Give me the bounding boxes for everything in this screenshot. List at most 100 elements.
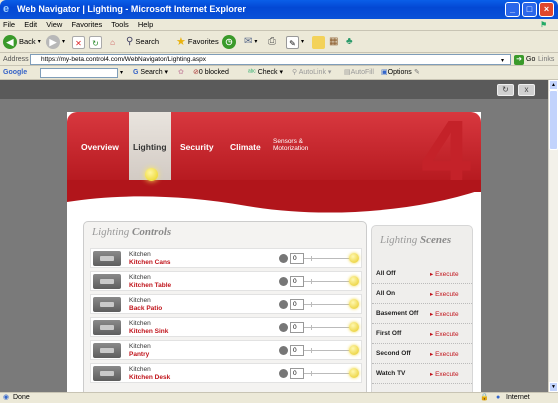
edit-icon: ✎ <box>286 35 299 49</box>
light-toggle-button[interactable] <box>93 366 121 381</box>
level-input[interactable]: 0 <box>290 276 304 287</box>
dimmer-tick <box>311 325 312 330</box>
tab-security[interactable]: Security <box>180 142 214 152</box>
folder-button[interactable] <box>312 35 325 49</box>
level-input[interactable]: 0 <box>290 253 304 264</box>
back-button[interactable]: ◀ Back ▾ <box>3 35 41 49</box>
dimmer-off-knob[interactable] <box>279 346 288 355</box>
level-input[interactable]: 0 <box>290 299 304 310</box>
dimmer-off-knob[interactable] <box>279 254 288 263</box>
light-control-row: Kitchen Kitchen Table 0 <box>90 271 362 291</box>
light-toggle-button[interactable] <box>93 251 121 266</box>
tab-sensors-motorization[interactable]: Sensors & Motorization <box>273 138 308 152</box>
vertical-scrollbar[interactable]: ▲ ▼ <box>548 80 558 392</box>
lighting-controls-panel: Lighting Controls Kitchen Kitchen Cans 0 Ki… <box>83 221 367 392</box>
scene-execute-link[interactable]: ▸ Execute <box>430 270 459 278</box>
dimmer-on-bulb-icon[interactable] <box>349 345 359 355</box>
address-url: https://my-beta.control4.com/WebNavigato… <box>41 56 206 63</box>
light-toggle-button[interactable] <box>93 343 121 358</box>
room-label: Kitchen <box>129 320 151 327</box>
menu-file[interactable]: File <box>3 20 15 29</box>
edit-button[interactable]: ✎ ▾ <box>286 35 304 49</box>
tab-lighting[interactable]: Lighting <box>133 142 167 152</box>
dimmer-on-bulb-icon[interactable] <box>349 368 359 378</box>
spell-check-icon: ᵃᵇᶜ <box>248 69 256 76</box>
scene-execute-link[interactable]: ▸ Execute <box>430 350 459 358</box>
search-button[interactable]: ⚲ Search <box>126 35 159 49</box>
dimmer-on-bulb-icon[interactable] <box>349 322 359 332</box>
spell-check-button[interactable]: ᵃᵇᶜ Check ▾ <box>248 66 283 80</box>
refresh-button[interactable]: ↻ <box>89 35 102 49</box>
scene-execute-link[interactable]: ▸ Execute <box>430 330 459 338</box>
light-control-row: Kitchen Kitchen Sink 0 <box>90 317 362 337</box>
web-navigator-panel: 4 Overview Lighting Security Climate Sen… <box>67 108 481 392</box>
google-search-input[interactable] <box>40 68 118 78</box>
controls-title-part2: Controls <box>132 226 172 238</box>
dimmer-on-bulb-icon[interactable] <box>349 276 359 286</box>
options-button[interactable]: ▣Options <box>381 66 412 80</box>
dimmer-on-bulb-icon[interactable] <box>349 253 359 263</box>
research-button[interactable]: ▦ <box>329 35 338 49</box>
menu-view[interactable]: View <box>46 20 62 29</box>
dimmer-tick <box>311 279 312 284</box>
print-button[interactable]: ⎙ <box>268 35 276 49</box>
google-logo[interactable]: Google <box>3 66 27 80</box>
google-pen-icon[interactable]: ✎ <box>414 66 420 80</box>
dimmer-off-knob[interactable] <box>279 300 288 309</box>
lighting-scenes-panel: Lighting Scenes All Off ▸ Execute All On ▸ … <box>371 225 473 392</box>
scene-name: First Off <box>376 330 402 337</box>
favorites-button[interactable]: ★ Favorites <box>176 35 219 49</box>
popup-blocker-button[interactable]: ⊘0 blocked <box>193 66 229 80</box>
menu-help[interactable]: Help <box>138 20 153 29</box>
minimize-button[interactable]: _ <box>505 2 520 17</box>
autofill-button[interactable]: ▤AutoFill <box>344 66 374 80</box>
close-page-button[interactable]: x <box>518 84 535 96</box>
back-arrow-icon: ◀ <box>3 35 17 49</box>
tab-overview[interactable]: Overview <box>81 142 119 152</box>
links-label[interactable]: Links <box>538 53 554 66</box>
scene-execute-link[interactable]: ▸ Execute <box>430 310 459 318</box>
maximize-button[interactable]: □ <box>522 2 537 17</box>
level-input[interactable]: 0 <box>290 322 304 333</box>
scenes-title-part2: Scenes <box>420 234 452 246</box>
web-navigator-top-strip: ↻ x <box>0 80 548 99</box>
dimmer-on-bulb-icon[interactable] <box>349 299 359 309</box>
google-search-button[interactable]: G Search ▾ <box>133 66 168 80</box>
mail-button[interactable]: ✉ ▾ <box>244 35 257 49</box>
level-input[interactable]: 0 <box>290 368 304 379</box>
menu-favorites[interactable]: Favorites <box>71 20 102 29</box>
scene-name: Second Off <box>376 350 411 357</box>
light-toggle-button[interactable] <box>93 274 121 289</box>
history-button[interactable]: ◷ <box>222 35 236 49</box>
tab-sensors-line2: Motorization <box>273 145 309 152</box>
scene-row: First Off ▸ Execute <box>372 324 472 344</box>
tab-climate[interactable]: Climate <box>230 142 261 152</box>
menu-tools[interactable]: Tools <box>111 20 129 29</box>
go-button[interactable]: ➜ Go <box>514 53 535 66</box>
dimmer-tick <box>311 371 312 376</box>
home-button[interactable]: ⌂ <box>106 35 119 49</box>
light-toggle-button[interactable] <box>93 320 121 335</box>
menu-edit[interactable]: Edit <box>24 20 37 29</box>
address-input[interactable]: https://my-beta.control4.com/WebNavigato… <box>30 54 511 65</box>
standard-toolbar: ◀ Back ▾ ▶ ▾ ✕ ↻ ⌂ ⚲ Search ★ Favorites ◷ ✉ ▾… <box>0 31 558 53</box>
dimmer-off-knob[interactable] <box>279 323 288 332</box>
scroll-up-button[interactable]: ▲ <box>549 80 558 90</box>
forward-button[interactable]: ▶ ▾ <box>46 35 65 49</box>
scroll-down-button[interactable]: ▼ <box>549 382 558 392</box>
google-news-icon[interactable]: ✿ <box>178 66 184 80</box>
stop-button[interactable]: ✕ <box>72 35 85 49</box>
dimmer-off-knob[interactable] <box>279 277 288 286</box>
scroll-thumb[interactable] <box>549 90 558 150</box>
messenger-button[interactable]: ♣ <box>346 35 353 49</box>
level-input[interactable]: 0 <box>290 345 304 356</box>
scene-execute-link[interactable]: ▸ Execute <box>430 290 459 298</box>
autolink-button[interactable]: ⚲ AutoLink ▾ <box>292 66 331 80</box>
dimmer-off-knob[interactable] <box>279 369 288 378</box>
options-icon: ▣ <box>381 69 388 76</box>
close-button[interactable]: × <box>539 2 554 17</box>
google-dropdown-icon[interactable]: ▾ <box>120 66 123 80</box>
refresh-page-button[interactable]: ↻ <box>497 84 514 96</box>
light-toggle-button[interactable] <box>93 297 121 312</box>
scene-execute-link[interactable]: ▸ Execute <box>430 370 459 378</box>
